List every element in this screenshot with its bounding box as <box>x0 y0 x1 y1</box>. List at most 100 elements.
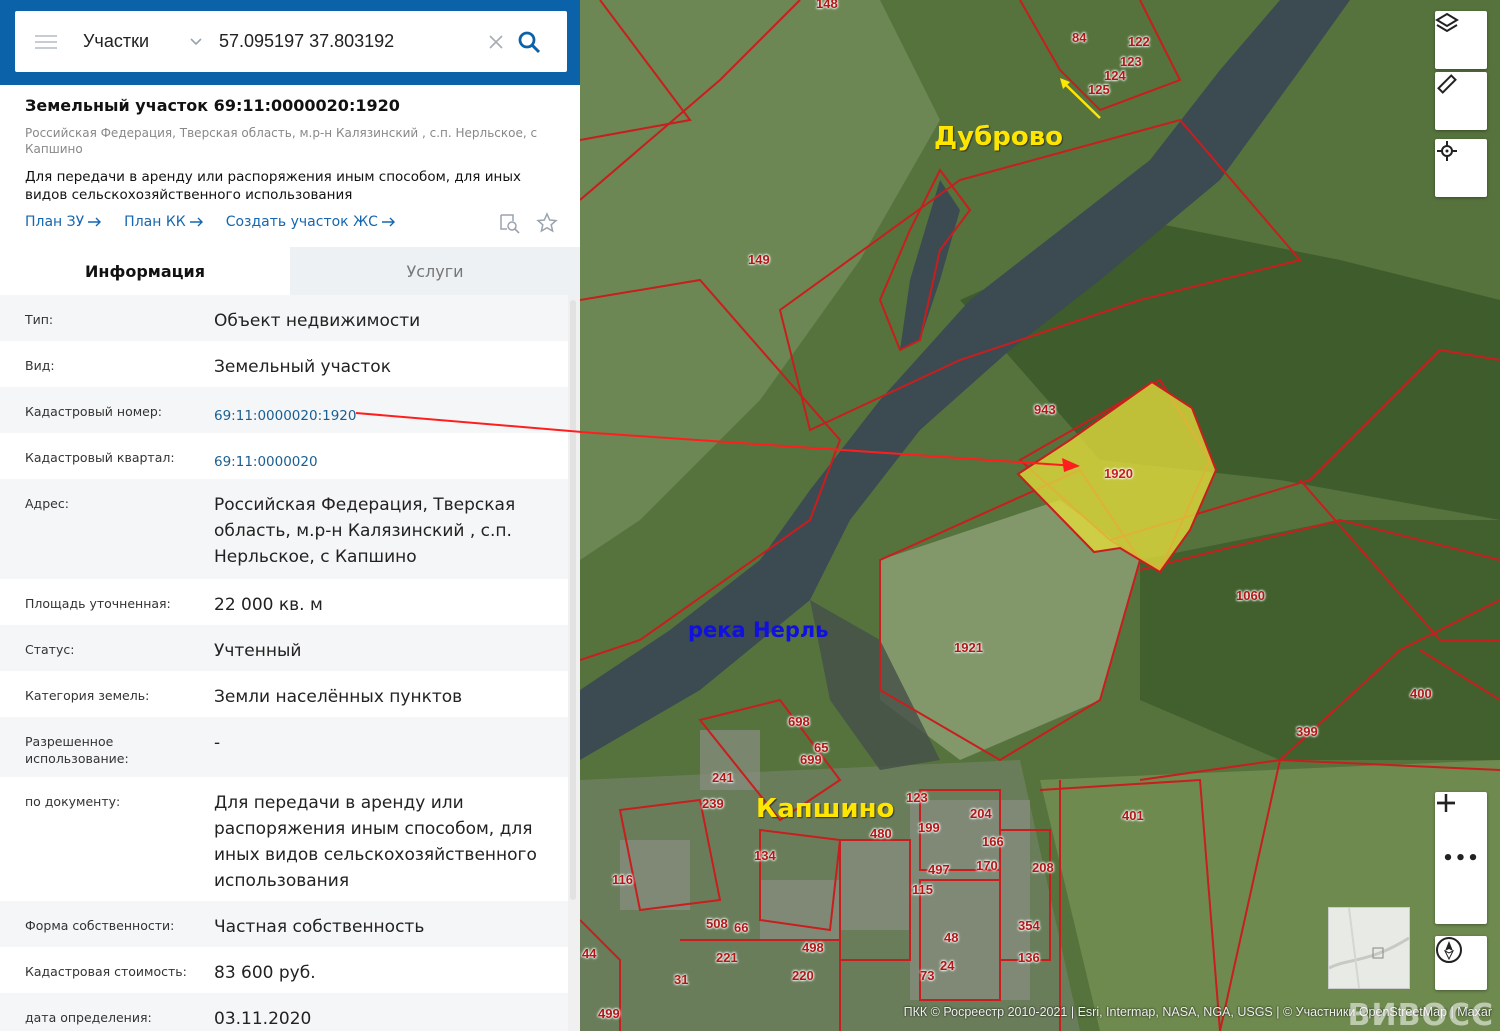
scrollbar-thumb[interactable] <box>570 300 576 900</box>
info-row-value: Земельный участок <box>214 357 391 377</box>
parcel-label[interactable]: 84 <box>1072 30 1086 45</box>
parcel-label[interactable]: 239 <box>702 796 724 811</box>
parcel-label[interactable]: 148 <box>816 0 838 11</box>
parcel-label[interactable]: 1060 <box>1236 588 1265 603</box>
parcel-label[interactable]: 66 <box>734 920 748 935</box>
minimap-image <box>1329 908 1409 988</box>
info-row-value: Российская Федерация, Тверская область, … <box>214 495 516 567</box>
parcel-label[interactable]: 123 <box>906 790 928 805</box>
parcel-label[interactable]: 123 <box>1120 54 1142 69</box>
info-row-value: Объект недвижимости <box>214 311 421 331</box>
compass-button[interactable] <box>1435 936 1487 990</box>
star-icon[interactable] <box>536 212 558 234</box>
close-icon[interactable] <box>487 33 505 51</box>
parcel-label[interactable]: 354 <box>1018 918 1040 933</box>
plan-zu-link[interactable]: План ЗУ <box>25 214 102 230</box>
search-type-select[interactable]: Участки <box>83 31 183 52</box>
parcel-label[interactable]: 943 <box>1034 402 1056 417</box>
parcel-label[interactable]: 241 <box>712 770 734 785</box>
parcel-label[interactable]: 73 <box>920 968 934 983</box>
card-links: План ЗУ План КК Создать участок ЖС <box>25 214 396 230</box>
parcel-label[interactable]: 698 <box>788 714 810 729</box>
parcel-label[interactable]: 480 <box>870 826 892 841</box>
parcel-label[interactable]: 31 <box>674 972 688 987</box>
parcel-label[interactable]: 149 <box>748 252 770 267</box>
info-row-label: Форма собственности: <box>25 918 175 933</box>
parcel-label[interactable]: 125 <box>1088 82 1110 97</box>
parcel-label[interactable]: 124 <box>1104 68 1126 83</box>
parcel-title: Земельный участок 69:11:0000020:1920 <box>25 96 400 115</box>
parcel-label[interactable]: 497 <box>928 862 950 877</box>
info-row-label: Категория земель: <box>25 688 150 703</box>
search-icon[interactable] <box>517 30 541 54</box>
search-bar: Участки 57.095197 37.803192 <box>0 0 580 85</box>
satellite-map <box>580 0 1500 1031</box>
parcel-label[interactable]: 401 <box>1122 808 1144 823</box>
parcel-label[interactable]: 166 <box>982 834 1004 849</box>
parcel-label[interactable]: 170 <box>976 858 998 873</box>
parcel-label[interactable]: 24 <box>940 958 954 973</box>
info-row-label: Кадастровая стоимость: <box>25 964 187 979</box>
arrow-right-icon <box>381 217 395 227</box>
parcel-purpose: Для передачи в аренду или распоряжения и… <box>25 169 521 203</box>
info-row-value: - <box>214 733 221 753</box>
measure-button[interactable] <box>1435 72 1487 130</box>
parcel-label[interactable]: 1921 <box>954 640 983 655</box>
info-row: Адрес: Российская Федерация, Тверская обл… <box>0 479 568 579</box>
parcel-label[interactable]: 699 <box>800 752 822 767</box>
parcel-label[interactable]: 204 <box>970 806 992 821</box>
search-input[interactable]: 57.095197 37.803192 <box>219 31 479 52</box>
info-row-label: по документу: <box>25 794 121 809</box>
parcel-label[interactable]: 508 <box>706 916 728 931</box>
parcel-label[interactable]: 115 <box>912 882 933 897</box>
menu-icon[interactable] <box>35 34 57 49</box>
compass-icon <box>1436 937 1462 963</box>
tab-services[interactable]: Услуги <box>290 247 580 295</box>
find-on-map-icon[interactable] <box>498 212 520 234</box>
parcel-label[interactable]: 220 <box>792 968 814 983</box>
map-view[interactable]: Дуброво река Нерль Капшино 148 84 122 123 12… <box>580 0 1500 1031</box>
layers-button[interactable] <box>1435 11 1487 69</box>
info-row-label: Статус: <box>25 642 75 657</box>
pointer-arrow-line <box>356 412 583 433</box>
parcel-label-highlighted[interactable]: 1920 <box>1104 466 1133 481</box>
parcel-label[interactable]: 122 <box>1128 34 1150 49</box>
parcel-label[interactable]: 399 <box>1296 724 1318 739</box>
create-parcel-link-label: Создать участок ЖС <box>225 214 378 230</box>
tab-information[interactable]: Информация <box>0 247 290 295</box>
parcel-label[interactable]: 499 <box>598 1006 620 1021</box>
layers-icon <box>1435 12 1459 33</box>
plan-kk-link[interactable]: План КК <box>124 214 204 230</box>
crosshair-icon <box>1437 141 1457 161</box>
info-row: Форма собственности: Частная собственност… <box>0 901 568 947</box>
zoom-more-button[interactable]: ••• <box>1435 844 1487 872</box>
parcel-label[interactable]: 134 <box>754 848 776 863</box>
village-label-dubrovo: Дуброво <box>934 122 1064 152</box>
info-row-value: 83 600 руб. <box>214 963 316 983</box>
zoom-controls: ••• <box>1435 792 1487 924</box>
parcel-label[interactable]: 48 <box>944 930 958 945</box>
parcel-label[interactable]: 498 <box>802 940 824 955</box>
minus-icon <box>1437 801 1455 805</box>
create-parcel-link[interactable]: Создать участок ЖС <box>226 214 396 230</box>
overview-minimap[interactable] <box>1328 907 1410 989</box>
chevron-down-icon[interactable] <box>189 35 203 49</box>
search-box: Участки 57.095197 37.803192 <box>15 11 567 72</box>
parcel-label[interactable]: 400 <box>1410 686 1432 701</box>
card-actions <box>498 212 558 234</box>
info-row-label: Тип: <box>25 312 54 327</box>
zoom-out-button[interactable] <box>1435 801 1487 924</box>
locate-button[interactable] <box>1435 139 1487 197</box>
parcel-label[interactable]: 208 <box>1032 860 1054 875</box>
village-label-kapshino: Капшино <box>756 794 895 824</box>
parcel-label[interactable]: 44 <box>582 946 596 961</box>
parcel-label[interactable]: 199 <box>918 820 940 835</box>
info-row-value: Учтенный <box>214 641 302 661</box>
info-row-value: Частная собственность <box>214 917 425 937</box>
parcel-label[interactable]: 136 <box>1018 950 1040 965</box>
parcel-label[interactable]: 116 <box>612 872 633 887</box>
info-row-link[interactable]: 69:11:0000020 <box>214 433 568 479</box>
watermark-logo: ВИВОСС <box>1347 998 1494 1031</box>
info-row: Категория земель: Земли населённых пункто… <box>0 671 568 717</box>
parcel-label[interactable]: 221 <box>716 950 738 965</box>
